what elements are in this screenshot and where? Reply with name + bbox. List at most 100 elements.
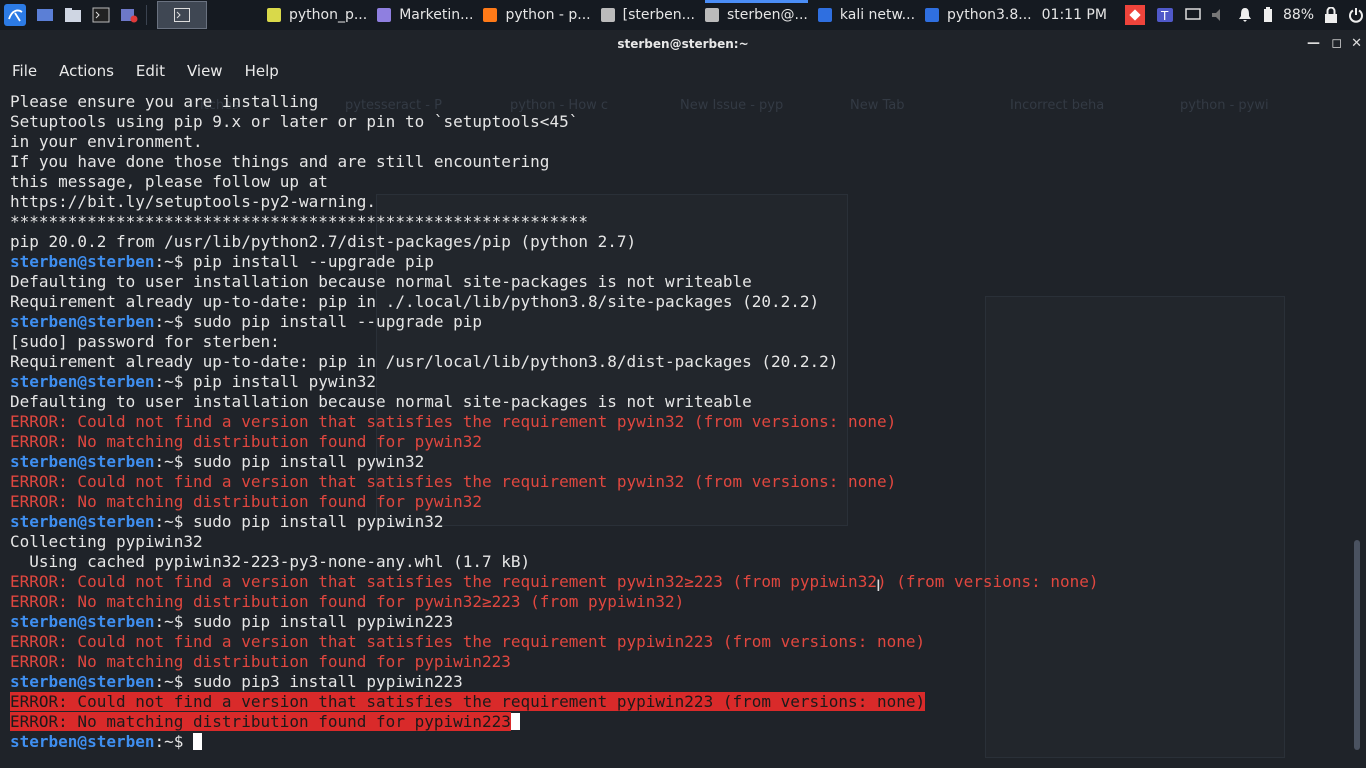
file-manager-icon[interactable] bbox=[62, 5, 84, 25]
output-line: pip 20.0.2 from /usr/lib/python2.7/dist-… bbox=[10, 232, 1340, 252]
output-line: Collecting pypiwin32 bbox=[10, 532, 1340, 552]
taskbar-task-0[interactable]: python_p... bbox=[267, 0, 367, 30]
error-text: ERROR: Could not find a version that sat… bbox=[10, 632, 926, 651]
output-text: Setuptools using pip 9.x or later or pin… bbox=[10, 112, 579, 131]
svg-text:T: T bbox=[1160, 9, 1169, 23]
output-text: Defaulting to user installation because … bbox=[10, 392, 752, 411]
prompt-path: :~$ bbox=[154, 672, 194, 691]
output-line: Using cached pypiwin32-223-py3-none-any.… bbox=[10, 552, 1340, 572]
taskbar-tasks: python_p... Marketin... python - p... [ster… bbox=[257, 0, 1032, 30]
output-line: Defaulting to user installation because … bbox=[10, 392, 1340, 412]
output-text: Requirement already up-to-date: pip in /… bbox=[10, 352, 839, 371]
output-text: If you have done those things and are st… bbox=[10, 152, 550, 171]
menubar: File Actions Edit View Help bbox=[0, 58, 1366, 84]
selection-end-marker bbox=[510, 713, 520, 730]
command-line: sterben@sterben:~$ sudo pip install --up… bbox=[10, 312, 1340, 332]
error-text: ERROR: No matching distribution found fo… bbox=[10, 432, 483, 451]
selected-error-line: ERROR: Could not find a version that sat… bbox=[10, 692, 1340, 712]
terminal-window: sterben@sterben:~ — ◻ ✕ File Actions Edi… bbox=[0, 30, 1366, 768]
taskbar-task-label: python3.8... bbox=[947, 7, 1032, 23]
command-line: sterben@sterben:~$ pip install --upgrade… bbox=[10, 252, 1340, 272]
window-title: sterben@sterben:~ bbox=[617, 37, 749, 51]
command-line: sterben@sterben:~$ pip install pywin32 bbox=[10, 372, 1340, 392]
kali-menu-icon[interactable] bbox=[2, 2, 28, 28]
show-desktop-icon[interactable] bbox=[34, 5, 56, 25]
taskbar-task-label: python - p... bbox=[505, 7, 591, 23]
menu-view[interactable]: View bbox=[187, 62, 223, 80]
output-line: https://bit.ly/setuptools-py2-warning. bbox=[10, 192, 1340, 212]
output-line: Please ensure you are installing bbox=[10, 92, 1340, 112]
prompt-user: sterben@sterben bbox=[10, 252, 155, 271]
screen-recorder-icon[interactable] bbox=[118, 5, 140, 25]
clock[interactable]: 01:11 PM bbox=[1042, 7, 1107, 23]
output-text: Requirement already up-to-date: pip in .… bbox=[10, 292, 820, 311]
menu-actions[interactable]: Actions bbox=[59, 62, 114, 80]
command-text: sudo pip install pypiwin223 bbox=[193, 612, 454, 631]
taskbar-task-1[interactable]: Marketin... bbox=[377, 0, 473, 30]
error-text: ERROR: No matching distribution found fo… bbox=[10, 592, 685, 611]
terminal-launcher-icon[interactable] bbox=[90, 5, 112, 25]
minimize-icon[interactable]: — bbox=[1307, 36, 1320, 51]
document-icon bbox=[267, 8, 281, 22]
taskbar-task-2[interactable]: python - p... bbox=[483, 0, 591, 30]
teams-icon[interactable]: T bbox=[1155, 5, 1175, 25]
menu-file[interactable]: File bbox=[12, 62, 37, 80]
ibeam-cursor-icon: Ⅰ bbox=[876, 576, 881, 595]
system-tray: T 88% bbox=[1115, 5, 1364, 25]
active-terminal-button[interactable] bbox=[157, 1, 207, 29]
taskbar-task-4[interactable]: sterben@... bbox=[704, 0, 808, 30]
terminal-area[interactable]: itches pytesseract - Ppython - How c New I… bbox=[0, 84, 1340, 768]
folder-icon bbox=[817, 8, 832, 22]
terminal-output[interactable]: Please ensure you are installing Setuptoo… bbox=[10, 92, 1340, 752]
menu-help[interactable]: Help bbox=[245, 62, 279, 80]
error-line: ERROR: Could not find a version that sat… bbox=[10, 472, 1340, 492]
command-line: sterben@sterben:~$ sudo pip3 install pyp… bbox=[10, 672, 1340, 692]
taskbar-task-6[interactable]: python3.8... bbox=[925, 0, 1032, 30]
command-text: sudo pip3 install pypiwin223 bbox=[193, 672, 463, 691]
prompt-path: :~$ bbox=[154, 732, 194, 751]
prompt-user: sterben@sterben bbox=[10, 612, 155, 631]
terminal-icon bbox=[600, 8, 615, 22]
output-text: ****************************************… bbox=[10, 212, 588, 231]
error-line: ERROR: Could not find a version that sat… bbox=[10, 572, 1340, 592]
output-line: Requirement already up-to-date: pip in .… bbox=[10, 292, 1340, 312]
output-text: Please ensure you are installing bbox=[10, 92, 319, 111]
error-text: ERROR: Could not find a version that sat… bbox=[10, 472, 897, 491]
command-text: pip install --upgrade pip bbox=[193, 252, 434, 271]
error-line: ERROR: No matching distribution found fo… bbox=[10, 432, 1340, 452]
lock-icon[interactable] bbox=[1324, 7, 1338, 23]
power-icon[interactable] bbox=[1348, 7, 1364, 23]
output-text: Defaulting to user installation because … bbox=[10, 272, 752, 291]
maximize-icon[interactable]: ◻ bbox=[1331, 36, 1342, 51]
output-text: pip 20.0.2 from /usr/lib/python2.7/dist-… bbox=[10, 232, 637, 251]
output-text: in your environment. bbox=[10, 132, 203, 151]
selected-error-text: ERROR: Could not find a version that sat… bbox=[10, 692, 926, 711]
battery-percent: 88% bbox=[1282, 7, 1315, 23]
menu-edit[interactable]: Edit bbox=[136, 62, 165, 80]
volume-icon[interactable] bbox=[1211, 8, 1227, 22]
output-line: Setuptools using pip 9.x or later or pin… bbox=[10, 112, 1340, 132]
window-titlebar[interactable]: sterben@sterben:~ — ◻ ✕ bbox=[0, 30, 1366, 58]
command-text: sudo pip install --upgrade pip bbox=[193, 312, 483, 331]
command-line: sterben@sterben:~$ bbox=[10, 732, 1340, 752]
command-line: sterben@sterben:~$ sudo pip install pypi… bbox=[10, 612, 1340, 632]
prompt-path: :~$ bbox=[154, 372, 194, 391]
notification-bell-icon[interactable] bbox=[1237, 7, 1253, 23]
error-text: ERROR: No matching distribution found fo… bbox=[10, 652, 511, 671]
prompt-user: sterben@sterben bbox=[10, 312, 155, 331]
taskbar-task-label: kali netw... bbox=[839, 7, 916, 23]
app-icon bbox=[377, 8, 392, 22]
terminal-icon bbox=[704, 8, 719, 22]
output-line: this message, please follow up at bbox=[10, 172, 1340, 192]
battery-icon[interactable]: 88% bbox=[1263, 7, 1314, 23]
close-icon[interactable]: ✕ bbox=[1351, 36, 1362, 51]
taskbar-task-5[interactable]: kali netw... bbox=[817, 0, 916, 30]
prompt-user: sterben@sterben bbox=[10, 452, 155, 471]
selected-error-text: ERROR: No matching distribution found fo… bbox=[10, 712, 511, 731]
terminal-scrollbar[interactable] bbox=[1354, 540, 1360, 750]
taskbar-task-3[interactable]: [sterben... bbox=[600, 0, 695, 30]
anydesk-icon[interactable] bbox=[1124, 5, 1145, 25]
output-text: [sudo] password for sterben: bbox=[10, 332, 280, 351]
display-icon[interactable] bbox=[1185, 8, 1201, 22]
taskbar-task-label: python_p... bbox=[289, 7, 368, 23]
